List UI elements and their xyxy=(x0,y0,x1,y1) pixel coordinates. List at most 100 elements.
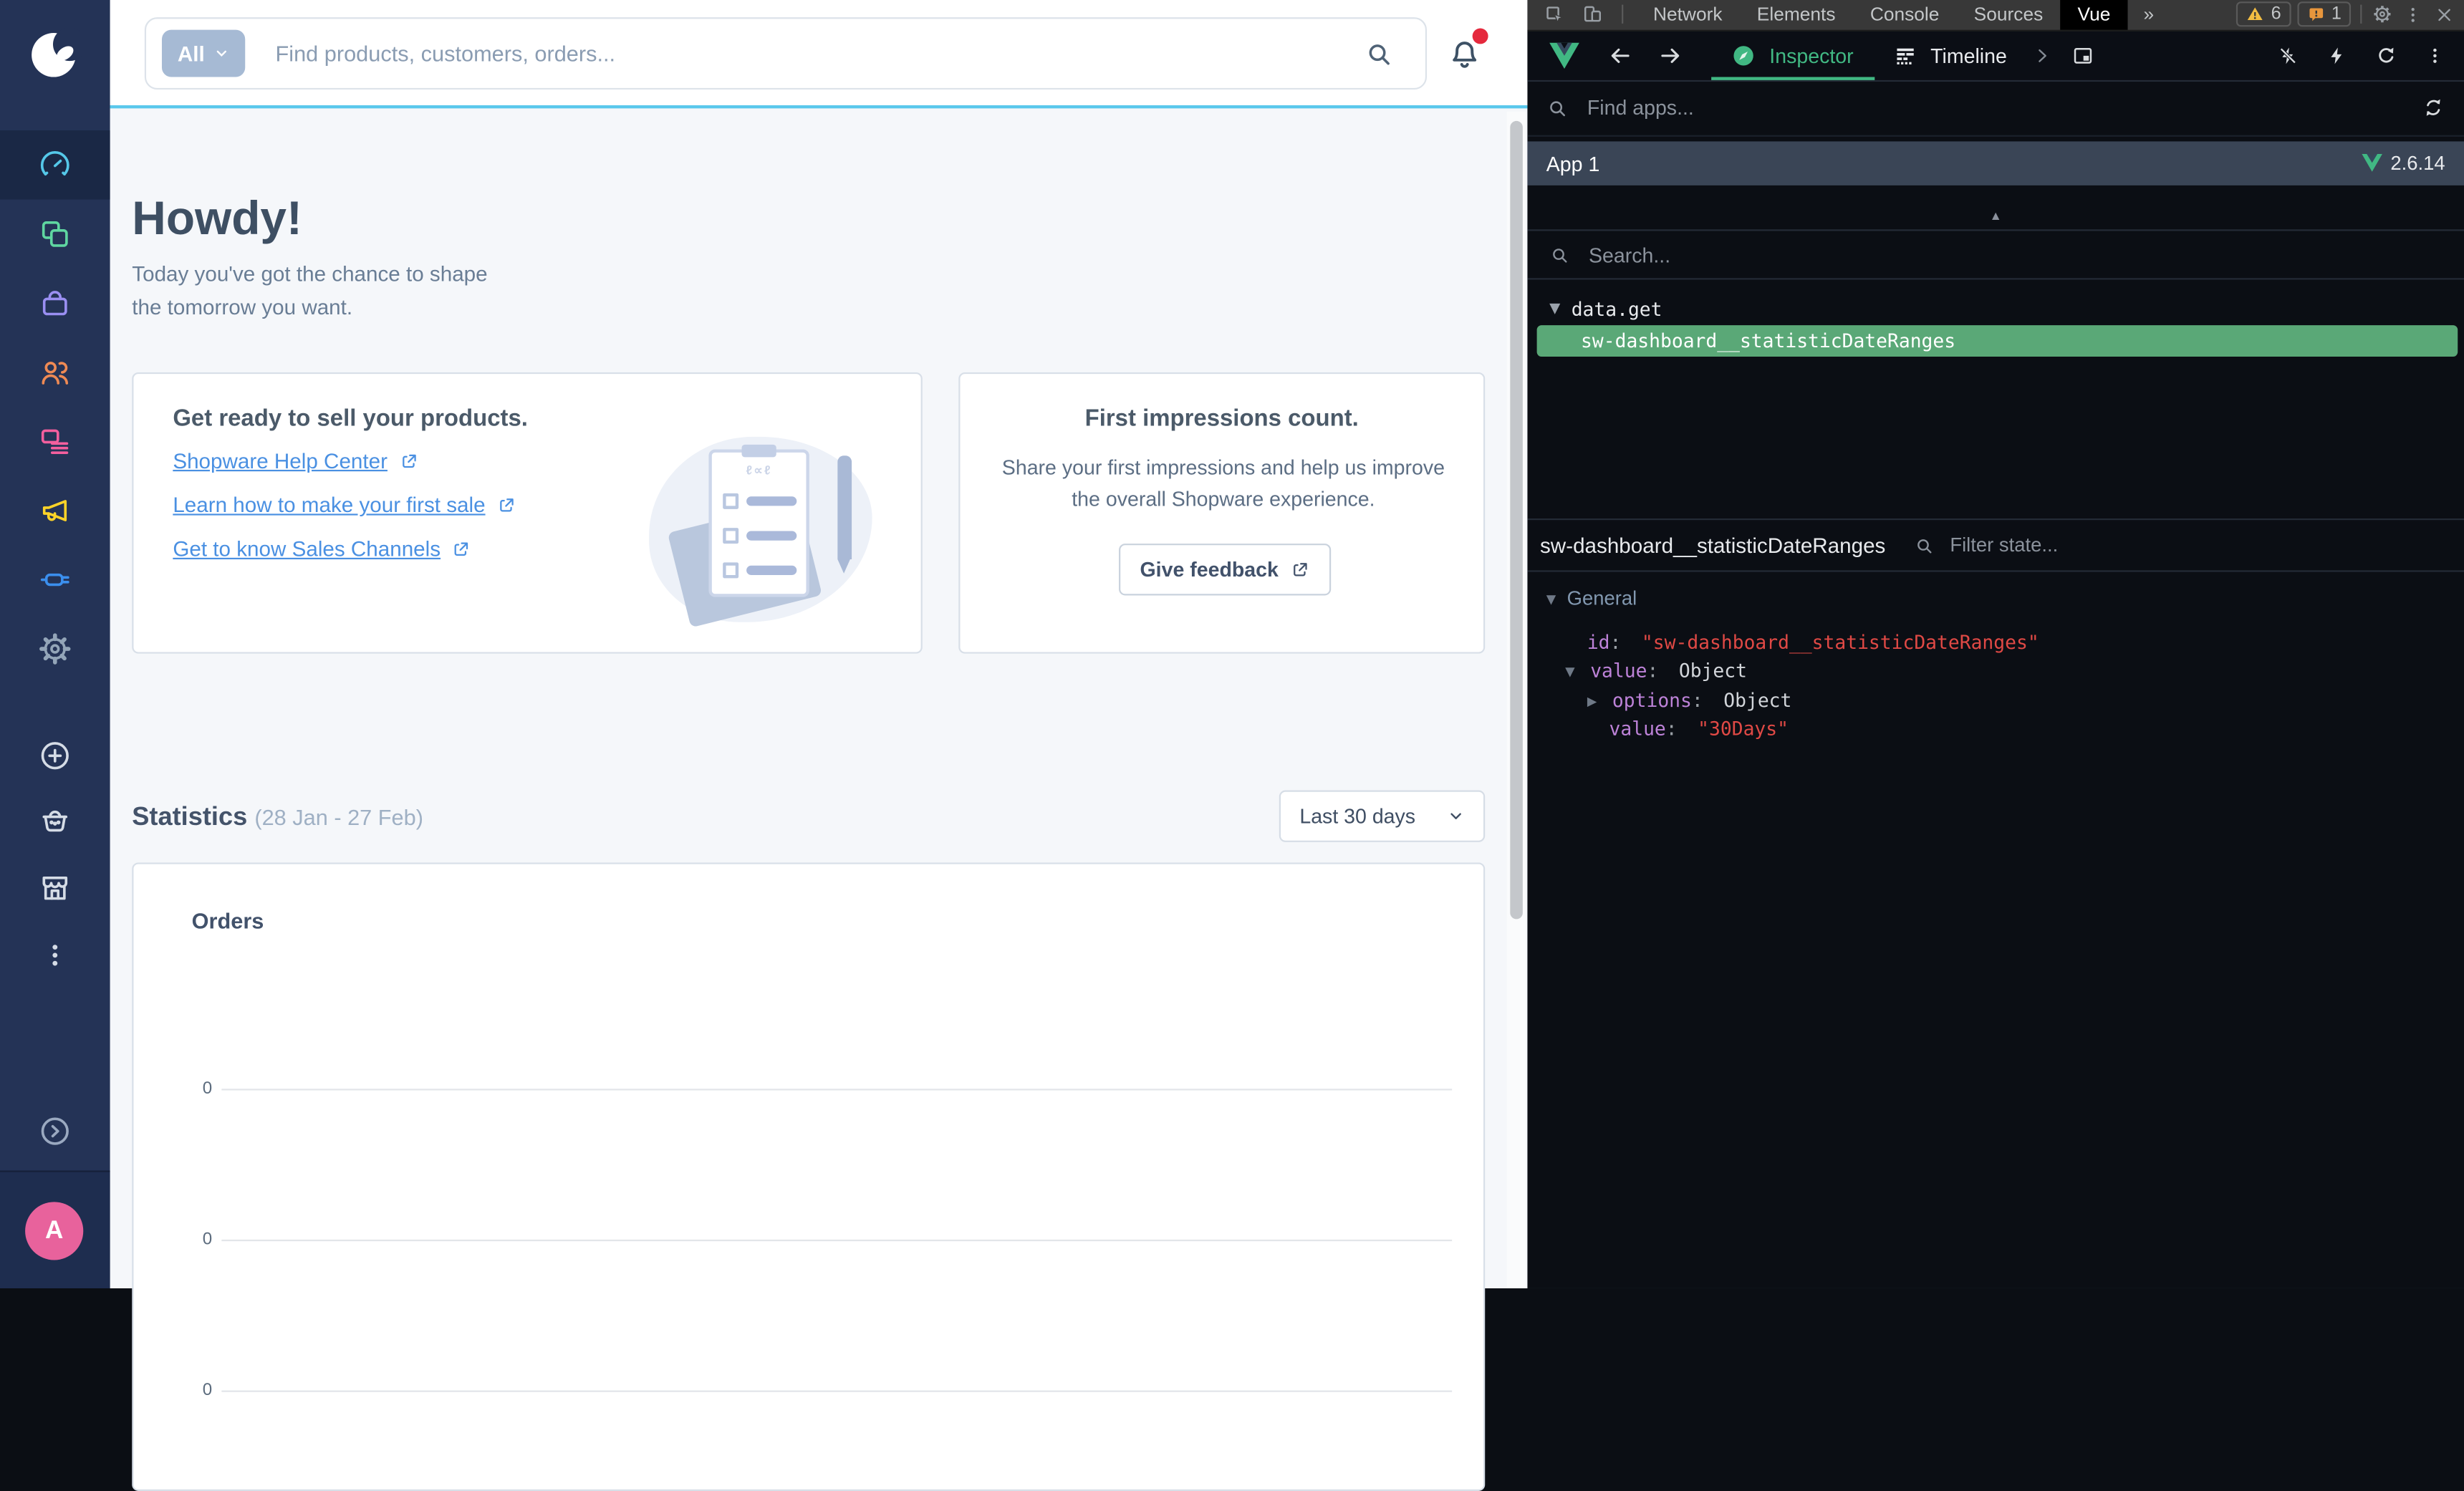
date-range-select[interactable]: Last 30 days xyxy=(1279,790,1486,842)
link-help-center[interactable]: Shopware Help Center xyxy=(173,449,419,473)
app-selector-row[interactable]: App 1 2.6.14 xyxy=(1527,141,2464,185)
basket-icon xyxy=(42,810,68,832)
tree-item-selected[interactable]: sw-dashboard__statisticDateRanges xyxy=(1536,325,2458,357)
inspector-search-row xyxy=(1527,231,2464,279)
kebab-menu-icon xyxy=(52,945,58,966)
refresh-apps-icon[interactable] xyxy=(2422,96,2445,120)
toggle-view-icon[interactable] xyxy=(2071,44,2095,67)
state-section-general[interactable]: General xyxy=(1546,588,1637,610)
state-filter-input[interactable] xyxy=(1946,532,2464,558)
external-link-icon xyxy=(1293,563,1306,576)
link-first-sale[interactable]: Learn how to make your first sale xyxy=(173,493,516,517)
orders-chart-title: Orders xyxy=(191,908,264,934)
y-tick: 0 xyxy=(202,1230,213,1250)
inspector-label: Inspector xyxy=(1769,43,1854,67)
sidebar-item-marketing[interactable] xyxy=(0,476,110,546)
external-link-icon xyxy=(499,498,514,512)
tree-group-data-get[interactable]: data.get xyxy=(1549,299,1662,321)
search-filter-dropdown[interactable]: All xyxy=(161,29,246,77)
chevron-right-icon[interactable] xyxy=(2032,45,2053,66)
sidebar-item-extensions[interactable] xyxy=(0,545,110,614)
gear-icon xyxy=(39,633,71,665)
notification-bell-button[interactable] xyxy=(1445,28,1488,75)
device-toolbar-icon[interactable] xyxy=(1581,3,1604,26)
tab-elements[interactable]: Elements xyxy=(1757,4,1836,26)
link-sales-channels[interactable]: Get to know Sales Channels xyxy=(173,537,472,561)
find-apps-input[interactable] xyxy=(1584,95,2422,122)
devtools-close-button[interactable] xyxy=(2434,4,2455,25)
state-row-value[interactable]: value Object xyxy=(1565,660,1747,682)
tab-network[interactable]: Network xyxy=(1653,4,1723,26)
state-row-options[interactable]: options Object xyxy=(1587,690,1791,712)
global-search-box[interactable]: All xyxy=(144,17,1428,90)
tab-sources[interactable]: Sources xyxy=(1974,4,2044,26)
vue-version-number: 2.6.14 xyxy=(2390,152,2445,175)
inspector-search-input[interactable] xyxy=(1585,241,2464,269)
page-title: Howdy! xyxy=(132,193,302,246)
link-label: Get to know Sales Channels xyxy=(173,537,441,561)
tab-timeline[interactable]: Timeline xyxy=(1895,31,2007,80)
global-search-input[interactable] xyxy=(272,39,1365,68)
sidebar-footer: A xyxy=(0,1170,110,1288)
state-pane-title: sw-dashboard__statisticDateRanges xyxy=(1540,533,1886,557)
tree-group-label: data.get xyxy=(1571,298,1662,321)
clipboard-illustration: ℓ∝ℓ xyxy=(708,444,809,597)
y-tick: 0 xyxy=(202,1381,213,1400)
divider xyxy=(1622,5,1624,24)
history-back-button[interactable] xyxy=(1607,42,1634,69)
state-value: "30Days" xyxy=(1698,718,1789,740)
sidebar-item-content[interactable] xyxy=(0,407,110,476)
sidebar-item-headless-sales-channel[interactable] xyxy=(0,786,110,855)
compass-icon xyxy=(1733,45,1753,66)
sidebar-item-catalogues[interactable] xyxy=(0,200,110,269)
user-avatar[interactable]: A xyxy=(25,1202,84,1260)
main-sidebar: A xyxy=(0,0,110,1288)
vue-logo-icon xyxy=(1549,42,1579,69)
devtools-settings-button[interactable] xyxy=(2372,4,2394,26)
state-pane-header: sw-dashboard__statisticDateRanges xyxy=(1527,518,2464,572)
sidebar-expand-button[interactable] xyxy=(0,1096,110,1166)
page-subtitle: Today you've got the chance to shape the… xyxy=(132,262,488,319)
sidebar-item-storefront[interactable] xyxy=(0,853,110,922)
sidebar-item-orders[interactable] xyxy=(0,269,110,338)
dashboard-content: Howdy! Today you've got the chance to sh… xyxy=(110,112,1528,1491)
feedback-card: First impressions count. Share your firs… xyxy=(958,372,1486,654)
give-feedback-button[interactable]: Give feedback xyxy=(1119,544,1332,596)
sidebar-item-dashboard[interactable] xyxy=(0,130,110,200)
sidebar-item-customers[interactable] xyxy=(0,338,110,407)
admin-app: All Howdy! Today you've xyxy=(110,0,1528,1491)
vue-menu-button[interactable] xyxy=(2425,45,2445,66)
warnings-badge[interactable]: 6 xyxy=(2236,1,2291,27)
feedback-body: Share your first impressions and help us… xyxy=(1001,455,1445,511)
external-link-icon xyxy=(455,542,468,556)
screen: A All Find products, customers, orders..… xyxy=(0,0,2464,1491)
give-feedback-label: Give feedback xyxy=(1140,557,1279,582)
refresh-button[interactable] xyxy=(2374,44,2398,67)
sidebar-item-add-sales-channel[interactable] xyxy=(0,721,110,791)
scrollbar-thumb[interactable] xyxy=(1510,120,1523,920)
app-scrollbar[interactable] xyxy=(1506,111,1526,1288)
flash-button[interactable] xyxy=(2326,44,2348,67)
active-tab-underline xyxy=(1711,76,1876,80)
collapse-pane-handle[interactable]: ▲ xyxy=(1527,209,2464,223)
state-row-value-30days: value "30Days" xyxy=(1609,718,1789,740)
content-icon xyxy=(41,429,69,454)
sidebar-item-more[interactable] xyxy=(0,921,110,990)
avatar-initial: A xyxy=(45,1217,64,1244)
history-forward-button[interactable] xyxy=(1656,42,1683,69)
find-apps-row xyxy=(1527,82,2464,136)
tab-vue[interactable]: Vue xyxy=(2060,0,2128,30)
shopware-logo[interactable] xyxy=(0,0,110,108)
disable-flash-button[interactable] xyxy=(2277,44,2299,67)
sidebar-item-settings[interactable] xyxy=(0,614,110,684)
orders-icon xyxy=(42,291,67,316)
tab-inspector[interactable]: Inspector xyxy=(1711,31,1876,80)
getting-started-title: Get ready to sell your products. xyxy=(173,405,528,433)
more-tabs-button[interactable]: » xyxy=(2143,4,2154,26)
devtools-menu-button[interactable] xyxy=(2402,4,2423,25)
y-tick: 0 xyxy=(202,1079,213,1099)
statistics-title: Statistics xyxy=(132,803,248,831)
inspect-element-icon[interactable] xyxy=(1543,3,1567,26)
issues-badge[interactable]: 1 xyxy=(2296,1,2352,27)
tab-console[interactable]: Console xyxy=(1870,4,1940,26)
